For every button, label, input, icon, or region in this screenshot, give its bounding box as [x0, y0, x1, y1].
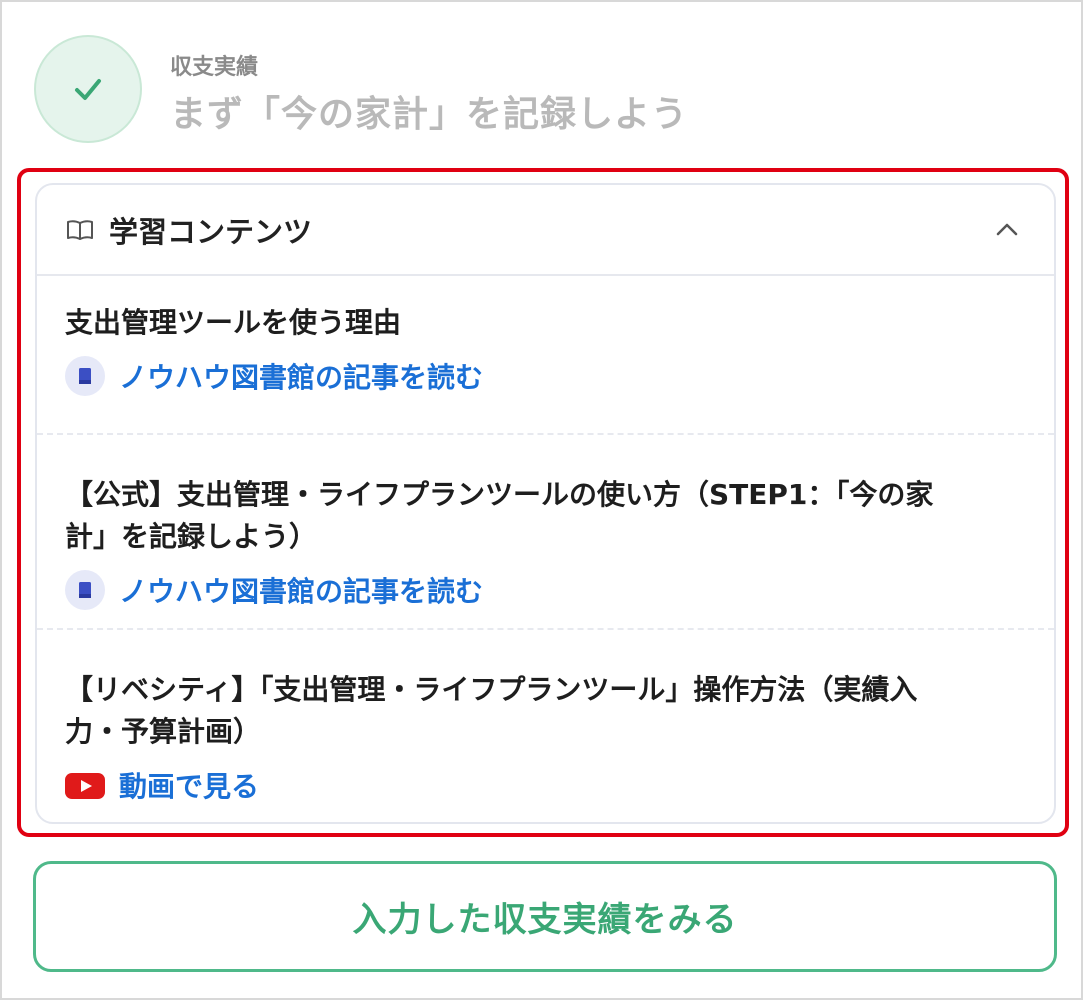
divider [37, 628, 1054, 630]
open-book-icon [65, 215, 95, 245]
learning-content-panel: 学習コンテンツ 支出管理ツールを使う理由 ノウハウ図書館の記事を読む 【公式】支… [35, 183, 1056, 824]
read-article-link[interactable]: ノウハウ図書館の記事を読む [65, 570, 1026, 610]
learning-content-header[interactable]: 学習コンテンツ [37, 185, 1054, 276]
book-icon [65, 356, 105, 396]
read-article-link[interactable]: ノウハウ図書館の記事を読む [65, 356, 1026, 396]
item-title: 【公式】支出管理・ライフプランツールの使い方（STEP1：「今の家 計」を記録し… [65, 478, 934, 553]
watch-video-link-label[interactable]: 動画で見る [119, 765, 259, 805]
item-title: 支出管理ツールを使う理由 [65, 306, 402, 339]
chevron-up-icon[interactable] [994, 219, 1020, 239]
watch-video-link[interactable]: 動画で見る [65, 765, 1026, 805]
book-icon [65, 570, 105, 610]
app-frame: 収支実績 まず「今の家計」を記録しよう 学習コンテンツ 支出管理ツールを使う理由 [0, 0, 1083, 1000]
step-header: 収支実績 まず「今の家計」を記録しよう [34, 35, 1044, 145]
step-status [34, 35, 142, 143]
divider [37, 433, 1054, 435]
list-item: 支出管理ツールを使う理由 ノウハウ図書館の記事を読む [37, 278, 1054, 434]
check-icon [75, 79, 101, 100]
step-title: まず「今の家計」を記録しよう [170, 94, 689, 135]
list-item: 【リベシティ】「支出管理・ライフプランツール」操作方法（実績入 力・予算計画） … [37, 645, 1054, 822]
read-article-link-label[interactable]: ノウハウ図書館の記事を読む [119, 356, 483, 396]
item-title: 【リベシティ】「支出管理・ライフプランツール」操作方法（実績入 力・予算計画） [65, 673, 918, 748]
learning-content-title: 学習コンテンツ [109, 214, 313, 249]
read-article-link-label[interactable]: ノウハウ図書館の記事を読む [119, 570, 483, 610]
view-income-expense-results-button[interactable]: 入力した収支実績をみる [33, 861, 1057, 972]
step-subtitle: 収支実績 [170, 55, 259, 80]
youtube-icon [65, 765, 105, 805]
list-item: 【公式】支出管理・ライフプランツールの使い方（STEP1：「今の家 計」を記録し… [37, 450, 1054, 628]
